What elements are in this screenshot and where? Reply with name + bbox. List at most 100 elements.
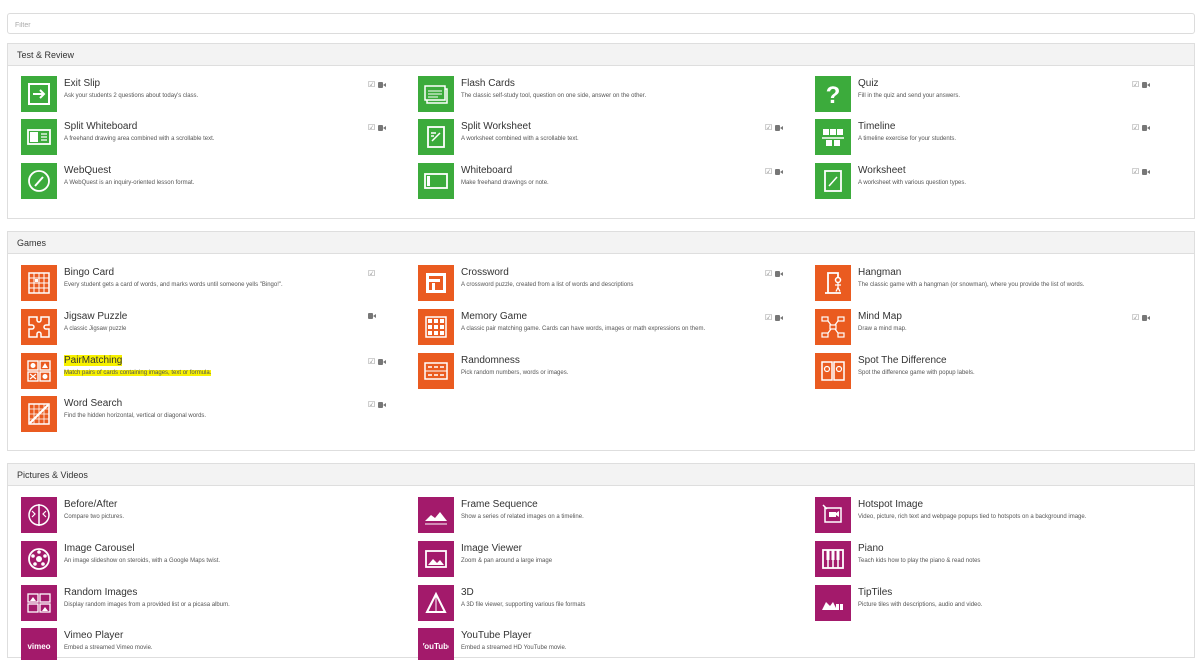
frame-sequence-icon xyxy=(418,497,454,533)
whiteboard-icon xyxy=(418,163,454,199)
item-name: Spot The Difference xyxy=(858,355,947,366)
tool-item-flash-cards[interactable]: Flash Cards The classic self-study tool, … xyxy=(405,74,785,114)
item-badges xyxy=(368,313,376,319)
item-name: Hangman xyxy=(858,267,902,278)
tool-item-quiz[interactable]: ? Quiz Fill in the quiz and send your answ… xyxy=(802,74,1182,114)
item-description: Spot the difference game with popup labe… xyxy=(858,370,975,376)
checkbox-icon: ☑ xyxy=(765,313,773,322)
item-name: Random Images xyxy=(64,587,138,598)
item-name: Vimeo Player xyxy=(64,630,124,641)
tool-item-pairmatching[interactable]: PairMatching Match pairs of cards contain… xyxy=(8,351,388,391)
checkbox-icon: ☑ xyxy=(765,167,773,176)
youtube-icon-text: YouTube xyxy=(423,642,449,651)
item-description: The classic self-study tool, question on… xyxy=(461,93,647,99)
tool-item-split-worksheet[interactable]: Split Worksheet A worksheet combined with… xyxy=(405,117,785,157)
item-name: Split Whiteboard xyxy=(64,121,138,132)
tool-item-hotspot-image[interactable]: Hotspot Image Video, picture, rich text a… xyxy=(802,495,1182,535)
filter-box[interactable] xyxy=(7,13,1195,35)
tool-item-3d[interactable]: 3D A 3D file viewer, supporting various f… xyxy=(405,583,785,623)
tool-item-crossword[interactable]: Crossword A crossword puzzle, created fro… xyxy=(405,263,785,303)
video-camera-icon xyxy=(378,124,387,131)
timeline-icon xyxy=(815,119,851,155)
item-name: Piano xyxy=(858,543,884,554)
checkbox-icon: ☑ xyxy=(1132,167,1140,176)
tool-item-random-images[interactable]: Random Images Display random images from … xyxy=(8,583,388,623)
item-description: Zoom & pan around a large image xyxy=(461,558,553,564)
tool-item-tiptiles[interactable]: TipTiles Picture tiles with descriptions,… xyxy=(802,583,1182,623)
item-description: Embed a streamed Vimeo movie. xyxy=(64,645,153,651)
item-name: PairMatching xyxy=(64,355,123,366)
video-camera-icon xyxy=(775,270,784,277)
video-camera-icon xyxy=(1142,124,1151,131)
item-name: Image Carousel xyxy=(64,543,135,554)
item-description: Teach kids how to play the piano & read … xyxy=(858,558,981,564)
tool-item-youtube-player[interactable]: YouTube YouTube Player Embed a streamed HD… xyxy=(405,626,785,660)
checkbox-icon: ☑ xyxy=(765,269,773,278)
item-name: Word Search xyxy=(64,398,123,409)
item-name: 3D xyxy=(461,587,474,598)
tool-item-word-search[interactable]: Word Search Find the hidden horizontal, v… xyxy=(8,394,388,434)
puzzle-icon xyxy=(21,309,57,345)
item-name: Randomness xyxy=(461,355,520,366)
item-name: Image Viewer xyxy=(461,543,522,554)
item-description: Every student gets a card of words, and … xyxy=(64,282,283,288)
worksheet-icon xyxy=(815,163,851,199)
tool-item-worksheet[interactable]: Worksheet A worksheet with various questi… xyxy=(802,161,1182,201)
checkbox-icon: ☑ xyxy=(1132,123,1140,132)
tool-item-hangman[interactable]: Hangman The classic game with a hangman (… xyxy=(802,263,1182,303)
item-name: Split Worksheet xyxy=(461,121,531,132)
tool-item-jigsaw-puzzle[interactable]: Jigsaw Puzzle A classic Jigsaw puzzle xyxy=(8,307,388,347)
tool-item-split-whiteboard[interactable]: Split Whiteboard A freehand drawing area … xyxy=(8,117,388,157)
item-description: Display random images from a provided li… xyxy=(64,602,230,608)
tool-item-exit-slip[interactable]: Exit Slip Ask your students 2 questions a… xyxy=(8,74,388,114)
item-name: YouTube Player xyxy=(461,630,532,641)
tool-item-image-carousel[interactable]: Image Carousel An image slideshow on ster… xyxy=(8,539,388,579)
item-description: A crossword puzzle, created from a list … xyxy=(461,282,634,288)
item-description: Match pairs of cards containing images, … xyxy=(64,370,212,376)
memory-icon xyxy=(418,309,454,345)
video-camera-icon xyxy=(368,313,376,319)
item-description: Ask your students 2 questions about toda… xyxy=(64,93,199,99)
tool-item-randomness[interactable]: Randomness Pick random numbers, words or … xyxy=(405,351,785,391)
item-name: Before/After xyxy=(64,499,118,510)
item-description: Pick random numbers, words or images. xyxy=(461,370,569,376)
section-test-review: Test & Review Exit Slip Ask your students… xyxy=(7,43,1195,219)
video-camera-icon xyxy=(1142,81,1151,88)
checkbox-icon: ☑ xyxy=(1132,80,1140,89)
tool-item-image-viewer[interactable]: Image Viewer Zoom & pan around a large im… xyxy=(405,539,785,579)
item-badges: ☑ xyxy=(765,269,784,278)
item-name: Bingo Card xyxy=(64,267,115,278)
tool-item-frame-sequence[interactable]: Frame Sequence Show a series of related i… xyxy=(405,495,785,535)
question-mark-icon: ? xyxy=(815,76,851,112)
tool-item-timeline[interactable]: Timeline A timeline exercise for your stu… xyxy=(802,117,1182,157)
tool-item-piano[interactable]: Piano Teach kids how to play the piano & … xyxy=(802,539,1182,579)
vimeo-icon: vimeo xyxy=(21,628,57,660)
random-icon xyxy=(418,353,454,389)
tool-item-mind-map[interactable]: Mind Map Draw a mind map. ☑ xyxy=(802,307,1182,347)
item-name: Worksheet xyxy=(858,165,906,176)
filter-input[interactable] xyxy=(8,16,1194,35)
tool-item-whiteboard[interactable]: Whiteboard Make freehand drawings or note… xyxy=(405,161,785,201)
item-badges: ☑ xyxy=(1132,167,1151,176)
crossword-icon xyxy=(418,265,454,301)
tool-item-bingo-card[interactable]: Bingo Card Every student gets a card of w… xyxy=(8,263,388,303)
item-badges: ☑ xyxy=(1132,313,1151,322)
image-icon xyxy=(418,541,454,577)
tool-item-before-after[interactable]: Before/After Compare two pictures. xyxy=(8,495,388,535)
flashcards-icon xyxy=(418,76,454,112)
tool-item-webquest[interactable]: WebQuest A WebQuest is an inquiry-oriente… xyxy=(8,161,388,201)
item-description: A 3D file viewer, supporting various fil… xyxy=(461,602,586,608)
item-description: An image slideshow on steroids, with a G… xyxy=(64,558,221,564)
tool-item-spot-the-difference[interactable]: Spot The Difference Spot the difference g… xyxy=(802,351,1182,391)
pairmatching-icon xyxy=(21,353,57,389)
video-camera-icon xyxy=(378,401,387,408)
hotspot-icon xyxy=(815,497,851,533)
exit-icon xyxy=(21,76,57,112)
item-description: A WebQuest is an inquiry-oriented lesson… xyxy=(64,180,195,186)
tool-item-vimeo-player[interactable]: vimeo Vimeo Player Embed a streamed Vimeo … xyxy=(8,626,388,660)
item-name: Timeline xyxy=(858,121,896,132)
tool-item-memory-game[interactable]: Memory Game A classic pair matching game.… xyxy=(405,307,785,347)
item-name: Exit Slip xyxy=(64,78,101,89)
item-description: Draw a mind map. xyxy=(858,326,907,332)
checkbox-icon: ☑ xyxy=(368,357,376,366)
